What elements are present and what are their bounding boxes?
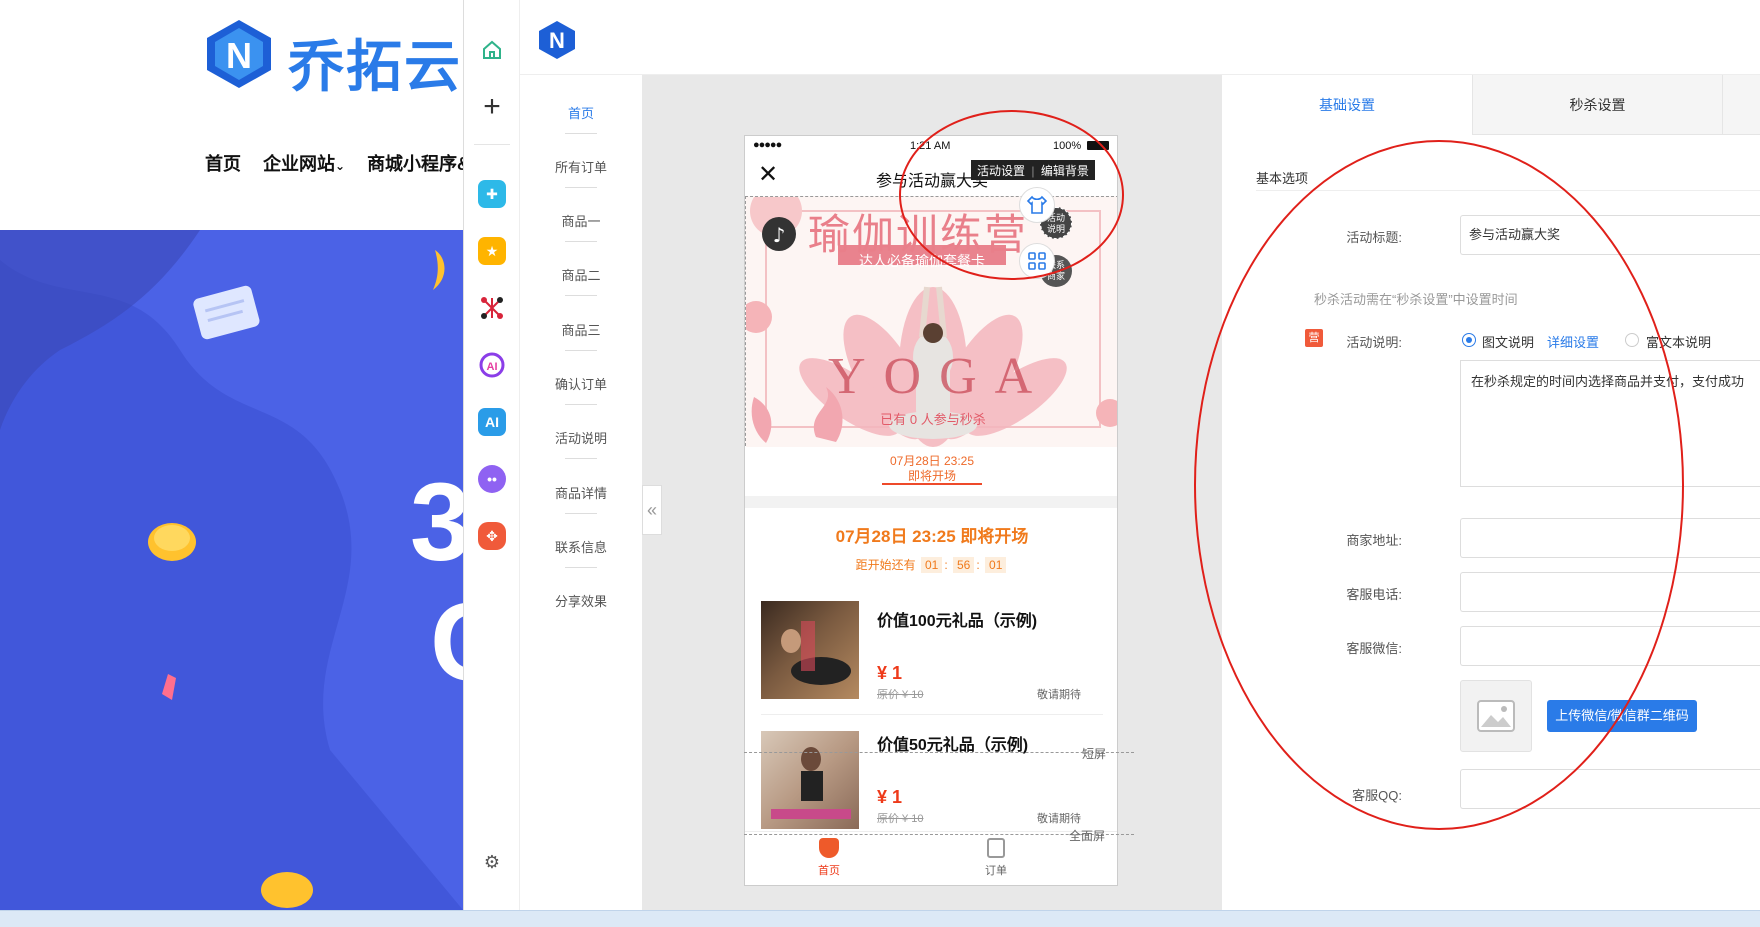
tab-home[interactable]: 首页 <box>809 862 849 878</box>
divider <box>565 458 597 459</box>
collapse-panel-button[interactable]: « <box>642 485 662 535</box>
annotation-circle <box>899 110 1124 280</box>
app-logo-icon: N <box>538 20 576 65</box>
active-indicator <box>882 483 982 485</box>
participants-count: 已有 0 人参与秒杀 <box>880 412 986 427</box>
background-website: N 乔拓云. 首页 企业网站⌄ 商城小程序& 3 C <box>0 0 463 927</box>
session-title: 07月28日 23:25 即将开场 <box>835 527 1029 546</box>
countdown-seconds: 01 <box>985 557 1007 573</box>
ai-square-icon[interactable]: AI <box>478 408 506 436</box>
page-nav-product-1[interactable]: 商品一 <box>520 211 642 230</box>
start-status-small: 即将开场 <box>907 469 956 483</box>
app-miniprogram-icon[interactable]: ✚ <box>478 180 506 208</box>
hero-banner: 3 C <box>0 230 463 910</box>
star-icon[interactable]: ★ <box>478 237 506 265</box>
divider <box>565 404 597 405</box>
page-nav-activity-desc[interactable]: 活动说明 <box>520 428 642 447</box>
tab-overflow <box>1722 75 1760 135</box>
page-nav: 首页 所有订单 商品一 商品二 商品三 确认订单 活动说明 商品详情 联系信息 … <box>520 75 642 927</box>
countdown-label: 距开始还有 <box>855 558 916 572</box>
svg-text:C: C <box>430 581 463 704</box>
settings-icon[interactable]: ⚙ <box>478 848 506 876</box>
divider <box>565 241 597 242</box>
tab-flash-sale-settings[interactable]: 秒杀设置 <box>1472 75 1722 135</box>
page-nav-product-2[interactable]: 商品二 <box>520 265 642 284</box>
page-nav-orders[interactable]: 所有订单 <box>520 157 642 176</box>
banner-yoga-text: YOGA <box>828 348 1051 405</box>
svg-text:♪: ♪ <box>773 223 786 247</box>
site-nav-enterprise[interactable]: 企业网站⌄ <box>263 150 345 176</box>
page-nav-home[interactable]: 首页 <box>520 103 642 122</box>
taskbar-strip <box>0 910 1760 927</box>
product-price: ¥ 1 <box>877 663 903 683</box>
orders-tab-icon[interactable] <box>987 838 1005 858</box>
brand-logo-icon: N <box>205 18 273 90</box>
divider <box>565 567 597 568</box>
ai-circle-icon[interactable]: AI <box>478 351 506 379</box>
countdown-minutes: 56 <box>953 557 975 573</box>
page-nav-product-3[interactable]: 商品三 <box>520 320 642 339</box>
home-tab-icon[interactable] <box>819 838 839 858</box>
site-nav-home[interactable]: 首页 <box>205 150 241 176</box>
page-nav-product-detail[interactable]: 商品详情 <box>520 483 642 502</box>
app-icon-bar: + ✚ ★ AI AI •• ✥ ⚙ <box>464 0 520 927</box>
divider <box>474 144 510 145</box>
network-icon[interactable] <box>478 294 506 322</box>
page-nav-share[interactable]: 分享效果 <box>520 591 642 610</box>
product-status: 敬请期待 <box>1037 813 1081 825</box>
product-original-price: 原价 ¥ 10 <box>877 689 924 701</box>
product-original-price: 原价 ¥ 10 <box>877 813 924 825</box>
divider <box>565 513 597 514</box>
product-name: 价值100元礼品（示例) <box>877 613 1038 630</box>
countdown: 距开始还有 01: 56: 01 <box>745 556 1117 573</box>
svg-text:N: N <box>226 35 252 76</box>
tab-orders[interactable]: 订单 <box>976 862 1016 878</box>
brand-name: 乔拓云. <box>288 35 463 98</box>
page-nav-confirm-order[interactable]: 确认订单 <box>520 374 642 393</box>
product-price: ¥ 1 <box>877 787 903 807</box>
product-card[interactable]: 价值100元礼品（示例) ¥ 1 原价 ¥ 10 敬请期待 <box>761 591 1103 715</box>
site-nav: 首页 企业网站⌄ 商城小程序& <box>205 150 463 176</box>
product-card[interactable]: 价值50元礼品（示例) ¥ 1 原价 ¥ 10 敬请期待 <box>761 715 1103 839</box>
section-title: 基本选项 <box>1256 171 1309 186</box>
short-screen-line <box>744 752 1134 753</box>
svg-text:N: N <box>549 28 565 53</box>
full-screen-label: 全面屏 <box>1069 829 1106 843</box>
countdown-hours: 01 <box>920 557 943 573</box>
add-icon[interactable]: + <box>478 90 506 123</box>
divider <box>565 133 597 134</box>
divider <box>745 496 1117 508</box>
signal-icon: ●●●●● <box>753 139 782 151</box>
gamepad-icon[interactable]: ✥ <box>478 522 506 550</box>
phone-tab-bar: 首页 订单 <box>745 831 1117 885</box>
divider <box>565 295 597 296</box>
home-icon[interactable] <box>478 36 506 64</box>
svg-text:3: 3 <box>410 461 463 584</box>
editor-window: + ✚ ★ AI AI •• ✥ ⚙ N 首页 所有订单 商品一 商品二 商品三… <box>463 0 1760 927</box>
product-image <box>761 601 859 699</box>
short-screen-label: 短屏 <box>1082 747 1107 761</box>
product-image <box>761 731 859 829</box>
annotation-circle <box>1194 140 1684 830</box>
page-nav-contact[interactable]: 联系信息 <box>520 537 642 556</box>
robot-icon[interactable]: •• <box>478 465 506 493</box>
svg-text:AI: AI <box>487 361 498 373</box>
tab-basic-settings[interactable]: 基础设置 <box>1222 75 1472 135</box>
divider <box>565 350 597 351</box>
app-top-bar: N <box>520 0 1760 75</box>
site-nav-mall[interactable]: 商城小程序& <box>367 150 463 176</box>
divider <box>565 187 597 188</box>
product-status: 敬请期待 <box>1037 689 1081 701</box>
